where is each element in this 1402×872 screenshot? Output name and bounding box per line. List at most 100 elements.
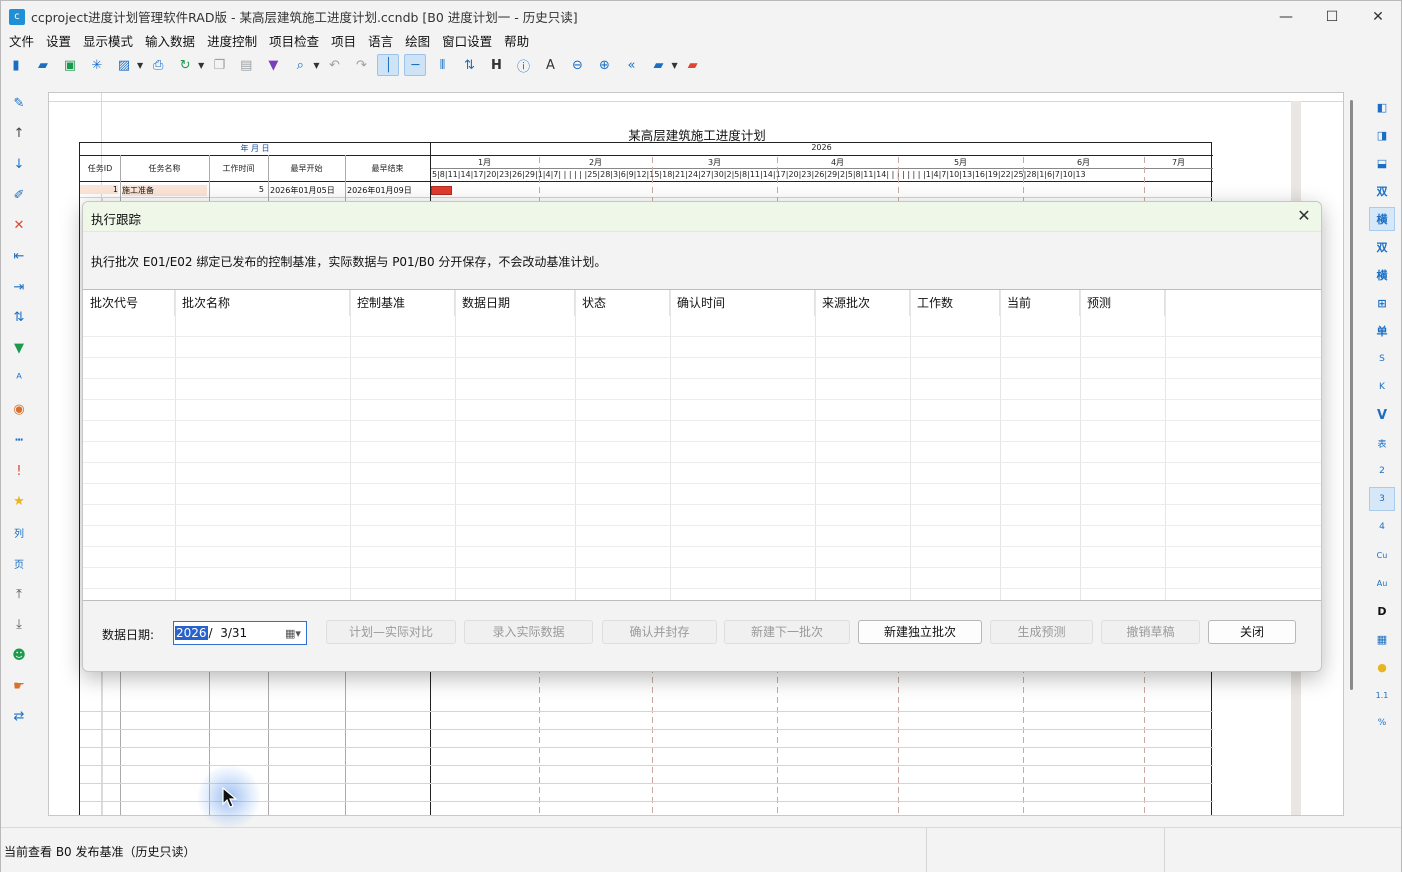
confirm-and-seal-button[interactable]: 确认并封存 [602,620,717,644]
batch-table[interactable]: 批次代号 批次名称 控制基准 数据日期 状态 确认时间 来源批次 工作数 当前 … [83,289,1321,601]
comment-icon[interactable]: ● [1369,655,1395,679]
k-icon[interactable]: K [1369,375,1395,399]
col-batch-name[interactable]: 批次名称 [175,290,350,316]
zoom-in-icon[interactable]: ⊕ [593,54,615,76]
new-next-batch-button[interactable]: 新建下一批次 [724,620,850,644]
hand-icon[interactable]: ☛ [7,674,31,698]
col-confirm-time[interactable]: 确认时间 [670,290,815,316]
col-source-batch[interactable]: 来源批次 [815,290,910,316]
calculator-icon[interactable]: ▦ [1369,627,1395,651]
dialog-close-icon[interactable]: ✕ [1293,206,1315,228]
copy-icon[interactable]: ❐ [208,54,230,76]
panel-bottom-icon[interactable]: ⬓ [1369,151,1395,175]
minimize-button[interactable]: — [1263,1,1309,32]
export-image-icon[interactable]: ▨ [113,54,135,76]
arrow-up-icon[interactable]: ↑ [7,122,31,146]
col-status[interactable]: 状态 [575,290,670,316]
delete-icon[interactable]: ✕ [7,214,31,238]
single-icon[interactable]: 单 [1369,319,1395,343]
pencil-icon[interactable]: ✎ [7,91,31,115]
move-bottom-icon[interactable]: ⤓ [7,613,31,637]
heading-icon[interactable]: H [485,54,507,76]
text-style-icon[interactable]: ᴬ [7,367,31,391]
move-top-icon[interactable]: ⤒ [7,582,31,606]
refresh-dropdown-icon[interactable]: ▼ [198,61,204,70]
plan-actual-compare-button[interactable]: 计划—实际对比 [326,620,456,644]
menu-help[interactable]: 帮助 [498,32,535,52]
menu-project-check[interactable]: 项目检查 [263,32,325,52]
undo-icon[interactable]: ↶ [323,54,345,76]
star-icon[interactable]: ★ [7,490,31,514]
menu-file[interactable]: 文件 [3,32,40,52]
gantt-bar[interactable] [431,186,452,195]
v-icon[interactable]: V [1369,403,1395,427]
col-current[interactable]: 当前 [1000,290,1080,316]
palette-icon[interactable]: ◉ [7,398,31,422]
double-green-icon[interactable]: 双 [1369,235,1395,259]
date-month-day-segment[interactable]: / 3/31 [209,626,248,640]
arrow-down-icon[interactable]: ↓ [7,152,31,176]
close-window-button[interactable]: ✕ [1355,1,1401,32]
menu-progress-control[interactable]: 进度控制 [201,32,263,52]
folder-icon[interactable]: ▰ [647,54,669,76]
horizontal-icon[interactable]: 横 [1369,207,1395,231]
panel-left-icon[interactable]: ◧ [1369,95,1395,119]
search-dropdown-icon[interactable]: ▼ [313,61,319,70]
table-char-icon[interactable]: 表 [1369,431,1395,455]
revoke-draft-button[interactable]: 撤销草稿 [1101,620,1200,644]
close-dialog-button[interactable]: 关闭 [1208,620,1296,644]
paste-icon[interactable]: ▤ [235,54,257,76]
enter-actual-data-button[interactable]: 录入实际数据 [464,620,593,644]
menu-window-settings[interactable]: 窗口设置 [436,32,498,52]
panel-right-icon[interactable]: ◨ [1369,123,1395,147]
zoom-out-icon[interactable]: ⊖ [566,54,588,76]
data-date-picker[interactable]: 2026 / 3/31 ▦▾ [173,621,307,645]
outdent-icon[interactable]: ⇤ [7,244,31,268]
sort-icon[interactable]: ⇅ [458,54,480,76]
export-dropdown-icon[interactable]: ▼ [137,61,143,70]
au-icon[interactable]: Au [1369,571,1395,595]
asterisk-icon[interactable]: ✳ [86,54,108,76]
col-forecast[interactable]: 预测 [1080,290,1165,316]
table-icon[interactable]: ⊞ [1369,291,1395,315]
folder-dropdown-icon[interactable]: ▼ [671,61,677,70]
page-icon[interactable]: 页 [7,551,31,575]
cu-icon[interactable]: Cu [1369,543,1395,567]
edit-icon[interactable]: ✐ [7,183,31,207]
vertical-line-icon[interactable]: │ [377,54,400,76]
exchange-icon[interactable]: ⇄ [7,705,31,729]
columns-icon[interactable]: ⫴ [431,54,453,76]
swap-icon[interactable]: ⇅ [7,306,31,330]
d-icon[interactable]: D [1369,599,1395,623]
indent-icon[interactable]: ⇥ [7,275,31,299]
font-icon[interactable]: A [539,54,561,76]
scrollbar-thumb[interactable] [1350,100,1353,690]
double-icon[interactable]: 双 [1369,179,1395,203]
four-icon[interactable]: 4 [1369,515,1395,539]
two-icon[interactable]: 2 [1369,459,1395,483]
calendar-dropdown-icon[interactable]: ▦▾ [283,625,303,641]
redo-icon[interactable]: ↷ [350,54,372,76]
menu-language[interactable]: 语言 [362,32,399,52]
filter-icon[interactable]: ▼ [7,337,31,361]
horizontal-green-icon[interactable]: 横 [1369,263,1395,287]
s-icon[interactable]: S [1369,347,1395,371]
search-icon[interactable]: ⌕ [289,54,311,76]
menu-display-mode[interactable]: 显示模式 [77,32,139,52]
format-brush-icon[interactable]: ▼ [262,54,284,76]
generate-forecast-button[interactable]: 生成预测 [990,620,1093,644]
col-control-baseline[interactable]: 控制基准 [350,290,455,316]
open-folder-icon[interactable]: ▰ [32,54,54,76]
maximize-button[interactable]: ☐ [1309,1,1355,32]
print-icon[interactable]: ⎙ [147,54,169,76]
info-icon[interactable]: ⓘ [512,54,534,76]
menu-input-data[interactable]: 输入数据 [139,32,201,52]
group-icon[interactable]: ☻ [7,643,31,667]
refresh-icon[interactable]: ↻ [174,54,196,76]
percent-icon[interactable]: % [1369,711,1395,735]
horizontal-line-icon[interactable]: ─ [404,54,427,76]
red-folder-icon[interactable]: ▰ [682,54,704,76]
save-icon[interactable]: ▣ [59,54,81,76]
col-batch-code[interactable]: 批次代号 [83,290,175,316]
vertical-scrollbar[interactable] [1348,92,1356,692]
